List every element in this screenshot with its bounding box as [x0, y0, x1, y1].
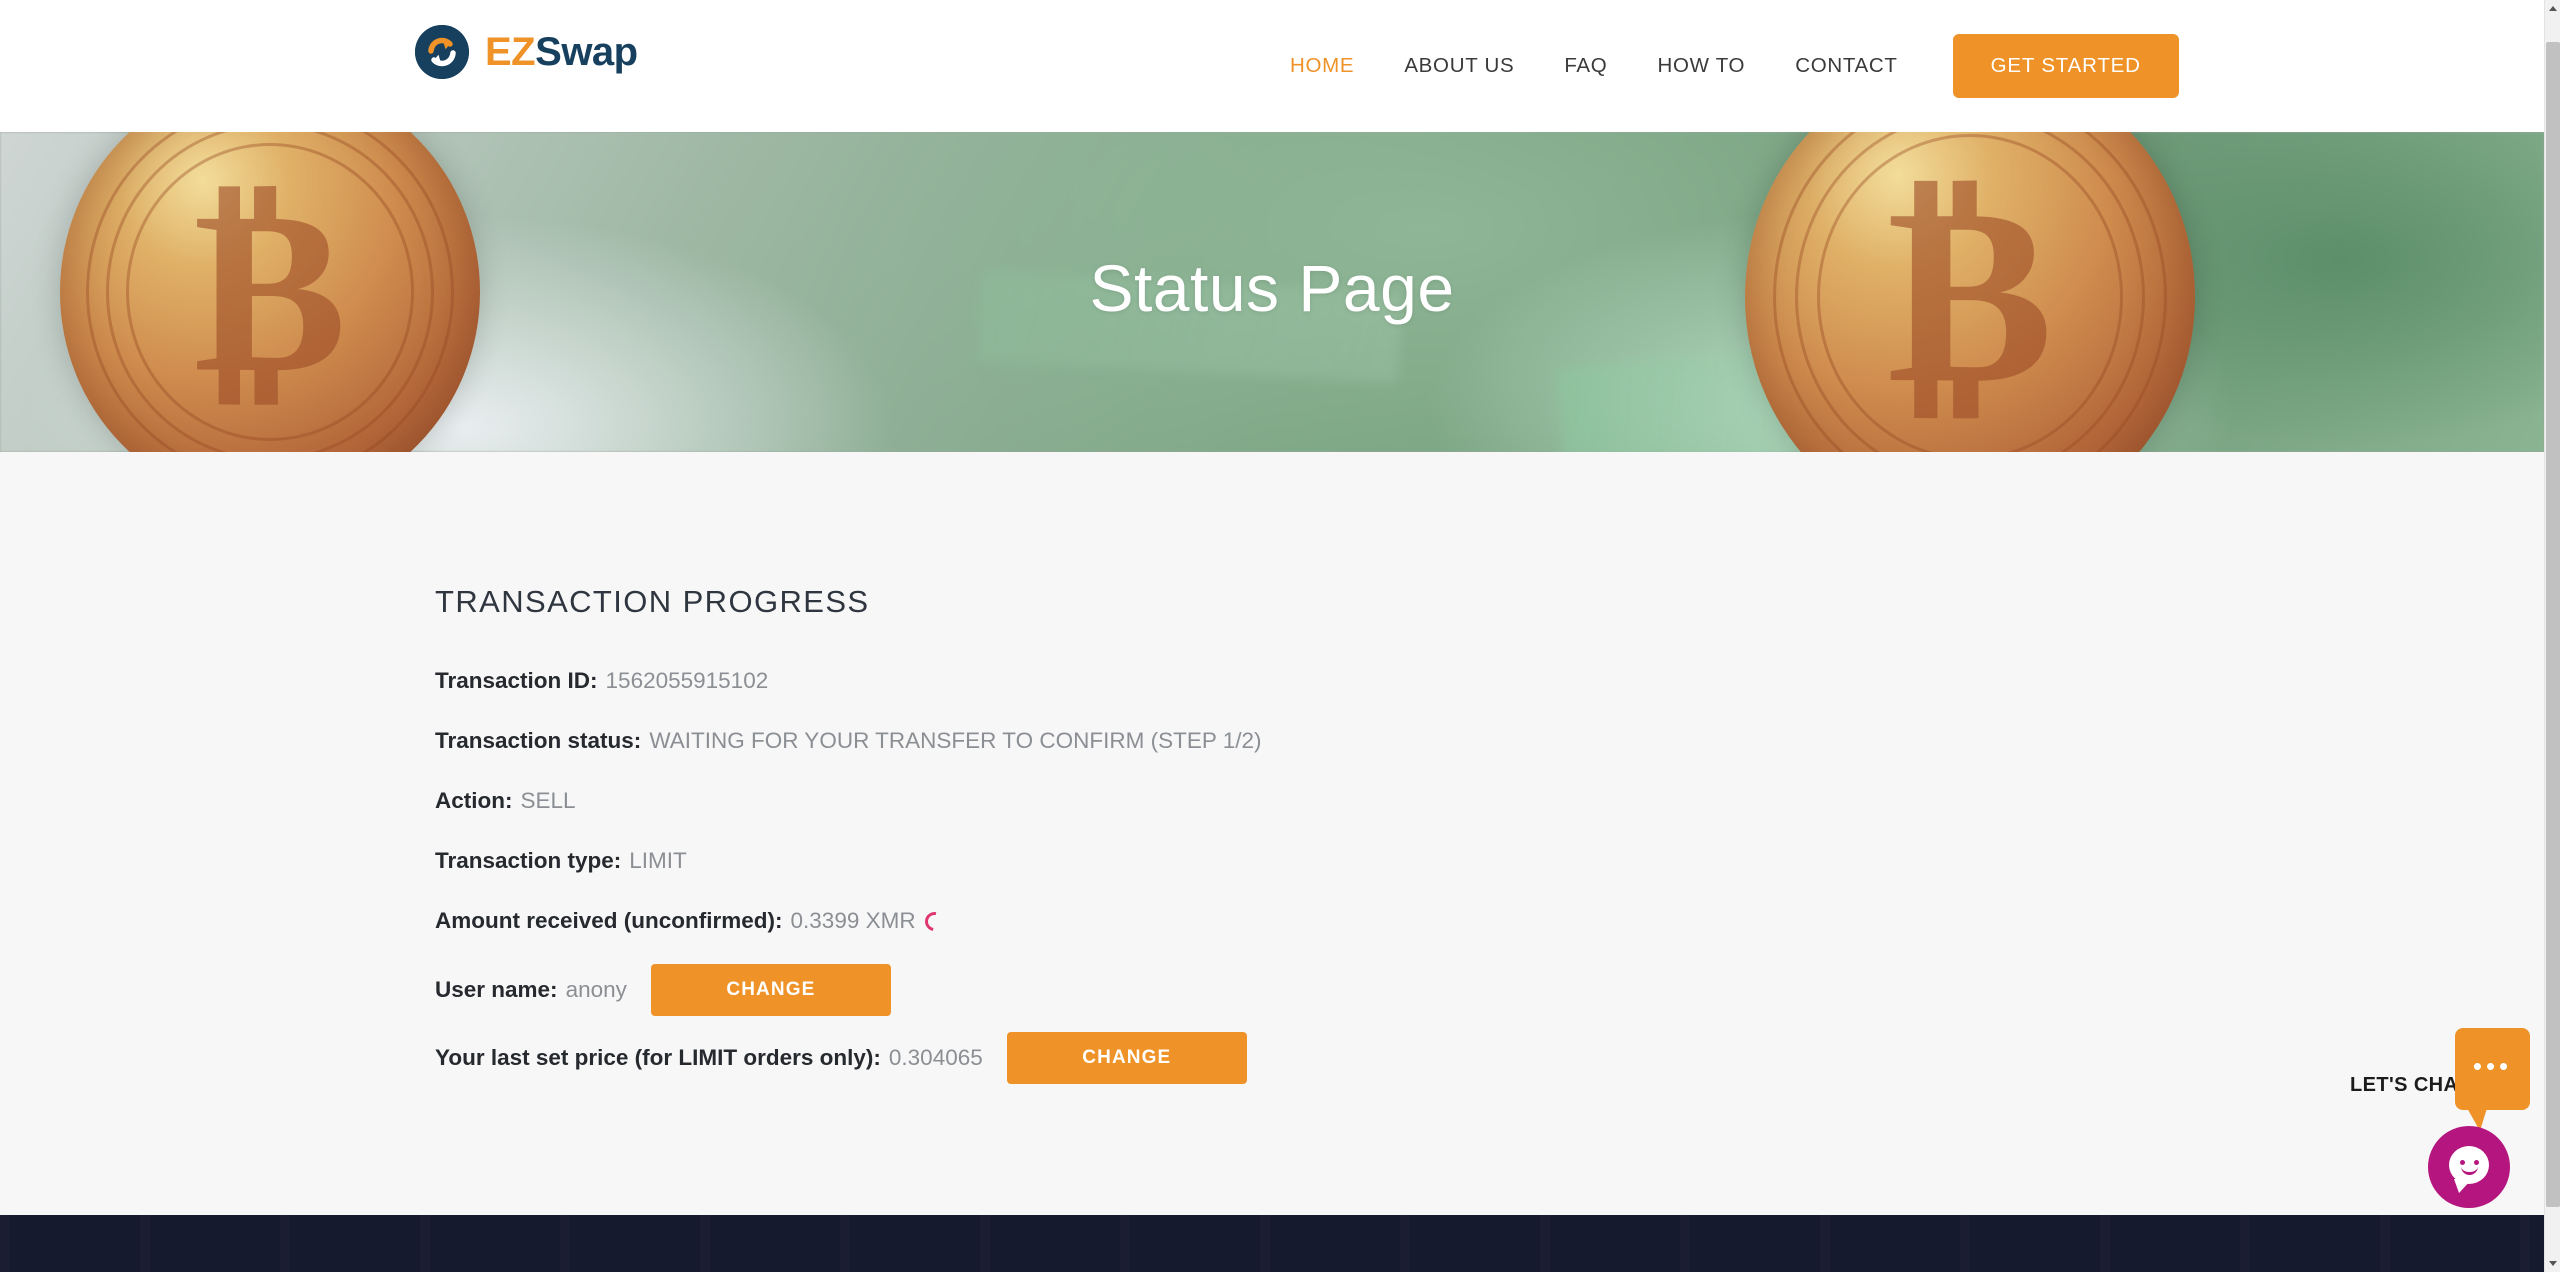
chat-smiley-icon[interactable]	[2428, 1126, 2510, 1208]
logo-text-s: S	[535, 30, 562, 74]
change-price-button[interactable]: CHANGE	[1006, 1032, 1247, 1084]
nav-item-contact[interactable]: CONTACT	[1770, 54, 1922, 78]
site-footer	[0, 1215, 2544, 1272]
last-set-price-value: 0.304065	[888, 1045, 983, 1070]
user-name-value: anony	[565, 977, 627, 1002]
chat-widget: LET'S CHAT! •••	[2350, 1028, 2540, 1228]
row-transaction-type: Transaction type: LIMIT	[435, 844, 2035, 878]
row-action: Action: SELL	[435, 784, 2035, 818]
get-started-button[interactable]: GET STARTED	[1952, 34, 2179, 98]
transaction-id-value: 1562055915102	[605, 668, 769, 693]
page-title: Status Page	[1089, 251, 1455, 325]
nav-item-about-us[interactable]: ABOUT US	[1379, 54, 1539, 78]
transaction-id-label: Transaction ID:	[435, 668, 598, 693]
speech-bubble-icon[interactable]: •••	[2455, 1028, 2530, 1131]
action-value: SELL	[520, 788, 576, 813]
transaction-status-value: WAITING FOR YOUR TRANSFER TO CONFIRM (ST…	[649, 728, 1262, 753]
loading-spinner-icon	[920, 907, 948, 935]
row-transaction-id: Transaction ID: 1562055915102	[435, 664, 2035, 698]
nav-item-how-to[interactable]: HOW TO	[1632, 54, 1770, 78]
transaction-status-label: Transaction status:	[435, 728, 642, 753]
chat-bubble-dots: •••	[2472, 1051, 2513, 1081]
transaction-type-value: LIMIT	[629, 848, 687, 873]
scroll-up-arrow-icon[interactable]	[2545, 0, 2560, 17]
row-transaction-status: Transaction status: WAITING FOR YOUR TRA…	[435, 724, 2035, 758]
transaction-type-label: Transaction type:	[435, 848, 622, 873]
site-header: EZSwap HOME ABOUT US FAQ HOW TO CONTACT …	[0, 0, 2544, 132]
logo-wordmark: EZSwap	[485, 32, 638, 72]
last-set-price-label: Your last set price (for LIMIT orders on…	[435, 1045, 881, 1070]
main-navigation: HOME ABOUT US FAQ HOW TO CONTACT GET STA…	[1265, 0, 2179, 132]
logo-text-ez: EZ	[485, 30, 536, 74]
user-name-label: User name:	[435, 977, 558, 1002]
row-last-set-price: Your last set price (for LIMIT orders on…	[435, 1032, 2035, 1084]
swap-circle-icon	[415, 25, 469, 79]
chat-label: LET'S CHAT!	[2350, 1074, 2477, 1096]
amount-received-value: 0.3399 XMR	[790, 908, 916, 933]
page-scrollbar[interactable]	[2544, 0, 2560, 1272]
amount-received-label: Amount received (unconfirmed):	[435, 908, 783, 933]
row-user-name: User name: anony CHANGE	[435, 964, 2035, 1016]
change-username-button[interactable]: CHANGE	[650, 964, 891, 1016]
row-amount-received: Amount received (unconfirmed): 0.3399 XM…	[435, 904, 2035, 938]
footer-pattern	[0, 1215, 2544, 1272]
section-title: TRANSACTION PROGRESS	[435, 584, 870, 619]
nav-item-faq[interactable]: FAQ	[1539, 54, 1632, 78]
logo-text-wap: wap	[561, 30, 638, 74]
nav-item-home[interactable]: HOME	[1265, 54, 1379, 78]
site-logo[interactable]: EZSwap	[415, 25, 638, 79]
hero-banner: ₿ ₿ Status Page	[0, 132, 2544, 452]
page-root: EZSwap HOME ABOUT US FAQ HOW TO CONTACT …	[0, 0, 2544, 1272]
main-content: TRANSACTION PROGRESS Transaction ID: 156…	[0, 452, 2544, 1215]
scrollbar-thumb[interactable]	[2546, 42, 2560, 1207]
scroll-down-arrow-icon[interactable]	[2545, 1255, 2560, 1272]
action-label: Action:	[435, 788, 513, 813]
